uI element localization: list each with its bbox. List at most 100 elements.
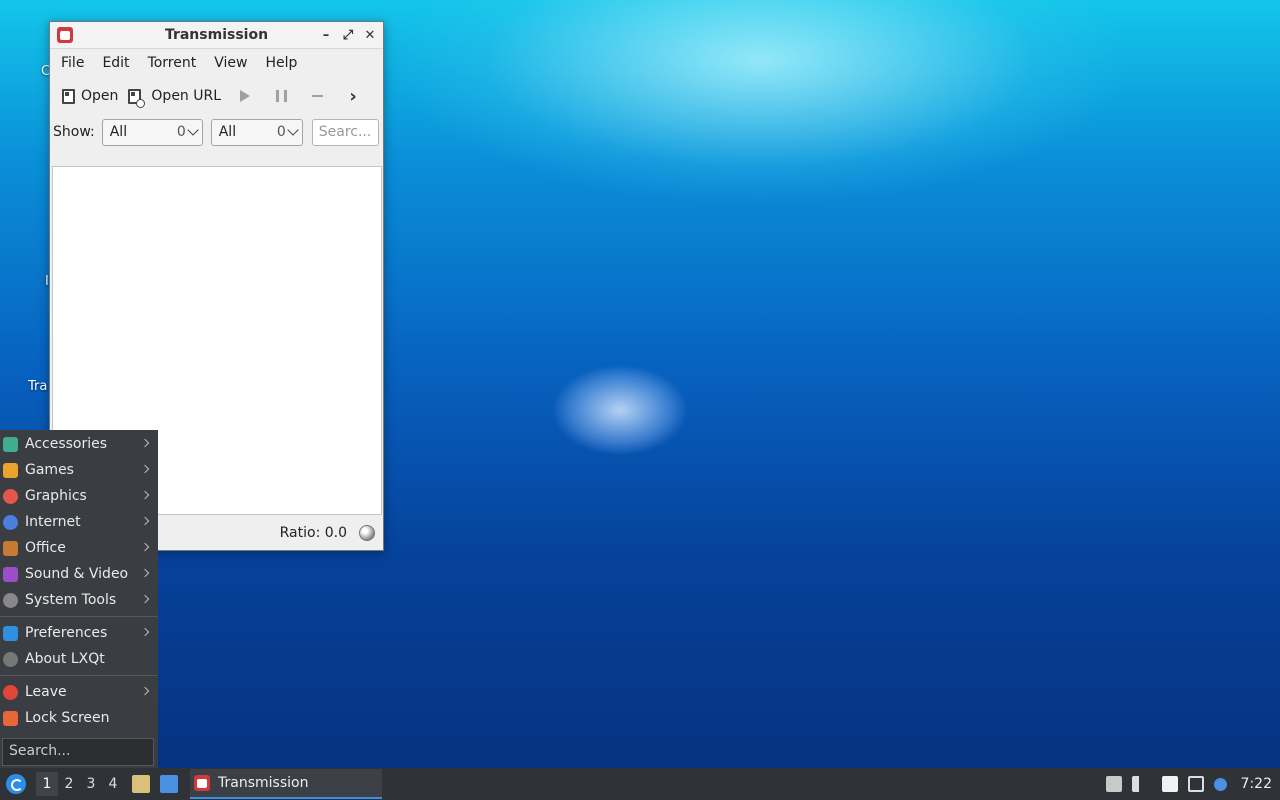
activity-filter-value: All [109, 124, 128, 140]
volume-icon[interactable] [1131, 776, 1144, 792]
transmission-app-icon [194, 775, 210, 791]
activity-filter-select[interactable]: All 0 [101, 118, 203, 146]
chevron-right-icon [140, 438, 150, 448]
desktop-icon-label-3[interactable]: Tra [28, 379, 47, 394]
system-tools-icon [3, 592, 18, 608]
menu-graphics[interactable]: Graphics [0, 483, 158, 509]
menu-internet[interactable]: Internet [0, 509, 158, 535]
menu-sound-video[interactable]: Sound & Video [0, 561, 158, 587]
transmission-app-icon[interactable] [57, 27, 73, 43]
menu-help[interactable]: Help [258, 51, 304, 75]
menu-leave-label: Leave [25, 684, 67, 700]
chevron-right-icon [140, 516, 150, 526]
menu-graphics-label: Graphics [25, 488, 87, 504]
menu-preferences-label: Preferences [25, 625, 108, 641]
sound-video-icon [3, 566, 18, 582]
chevron-right-icon [140, 568, 150, 578]
chevron-down-icon [187, 124, 199, 136]
play-icon [240, 90, 251, 102]
chevron-right-icon [140, 542, 150, 552]
accessories-icon [3, 436, 18, 452]
workspace-2-button[interactable]: 2 [58, 772, 80, 796]
menu-separator [0, 675, 158, 676]
menu-system-tools-label: System Tools [25, 592, 117, 608]
update-notifier-icon[interactable] [1213, 777, 1227, 791]
toolbar-overflow-button[interactable]: › [343, 85, 363, 107]
chevron-right-icon [140, 464, 150, 474]
ratio-label[interactable]: Ratio: 0.0 [280, 525, 347, 541]
filter-bar: Show: All 0 All 0 Searc... [50, 115, 383, 149]
games-icon [3, 462, 18, 478]
title-bar[interactable]: Transmission – ⤢ ✕ [50, 22, 383, 49]
show-desktop-icon[interactable] [160, 775, 178, 793]
menu-view[interactable]: View [207, 51, 254, 75]
network-icon[interactable] [1187, 776, 1204, 792]
taskbar: 1 2 3 4 Transmission 7:22 [0, 768, 1280, 800]
leave-icon [3, 684, 18, 700]
about-icon [3, 651, 18, 667]
menu-games-label: Games [25, 462, 74, 478]
open-file-icon [62, 88, 75, 104]
menu-file[interactable]: File [54, 51, 91, 75]
open-url-button[interactable]: Open URL [128, 88, 222, 108]
start-menu: Accessories Games Graphics Internet Offi… [0, 430, 158, 768]
tracker-filter-count: 0 [276, 124, 286, 140]
chevron-right-icon [140, 686, 150, 696]
menu-office[interactable]: Office [0, 535, 158, 561]
turtle-speed-icon[interactable] [359, 524, 375, 541]
menu-edit[interactable]: Edit [95, 51, 136, 75]
tracker-filter-value: All [218, 124, 237, 140]
close-button[interactable]: ✕ [361, 26, 379, 44]
taskbar-task-transmission[interactable]: Transmission [190, 769, 382, 799]
menu-accessories[interactable]: Accessories [0, 431, 158, 457]
preferences-icon [3, 625, 18, 641]
menu-preferences[interactable]: Preferences [0, 620, 158, 646]
clock[interactable]: 7:22 [1241, 776, 1272, 792]
maximize-button[interactable]: ⤢ [339, 26, 357, 44]
start-torrent-button[interactable] [235, 86, 255, 106]
lock-icon [3, 710, 18, 726]
start-menu-button[interactable] [6, 774, 26, 794]
minimize-button[interactable]: – [317, 26, 335, 44]
workspace-1-button[interactable]: 1 [36, 772, 58, 796]
torrent-search-input[interactable]: Searc... [311, 118, 379, 146]
chevron-down-icon [287, 124, 299, 136]
internet-icon [3, 514, 18, 530]
menu-lock-screen[interactable]: Lock Screen [0, 705, 158, 731]
menu-leave[interactable]: Leave [0, 679, 158, 705]
tracker-filter-select[interactable]: All 0 [210, 118, 303, 146]
menu-games[interactable]: Games [0, 457, 158, 483]
menu-bar: File Edit Torrent View Help [50, 49, 383, 77]
menu-system-tools[interactable]: System Tools [0, 587, 158, 613]
chevron-right-icon: › [349, 85, 357, 107]
open-button-label: Open [81, 88, 119, 104]
chevron-right-icon [140, 594, 150, 604]
menu-internet-label: Internet [25, 514, 81, 530]
remove-torrent-button[interactable] [307, 86, 327, 106]
open-button[interactable]: Open [62, 88, 118, 104]
menu-torrent[interactable]: Torrent [141, 51, 204, 75]
open-url-button-label: Open URL [151, 88, 222, 104]
show-label: Show: [53, 124, 95, 140]
graphics-icon [3, 488, 18, 504]
menu-search-input[interactable]: Search... [2, 738, 154, 766]
pause-icon [275, 90, 287, 102]
menu-sound-video-label: Sound & Video [25, 566, 129, 582]
workspace-3-button[interactable]: 3 [80, 772, 102, 796]
open-url-icon [128, 88, 146, 108]
minus-icon [311, 95, 323, 97]
menu-about-lxqt[interactable]: About LXQt [0, 646, 158, 672]
workspace-4-button[interactable]: 4 [102, 772, 124, 796]
menu-office-label: Office [25, 540, 66, 556]
pause-torrent-button[interactable] [271, 86, 291, 106]
clipboard-icon[interactable] [1105, 776, 1122, 792]
toolbar: Open Open URL › [50, 77, 383, 115]
file-manager-icon[interactable] [132, 775, 150, 793]
notes-icon[interactable] [1161, 776, 1178, 792]
chevron-right-icon [140, 490, 150, 500]
task-label: Transmission [218, 775, 309, 791]
office-icon [3, 540, 18, 556]
menu-accessories-label: Accessories [25, 436, 108, 452]
system-tray: 7:22 [1105, 776, 1272, 792]
activity-filter-count: 0 [176, 124, 186, 140]
